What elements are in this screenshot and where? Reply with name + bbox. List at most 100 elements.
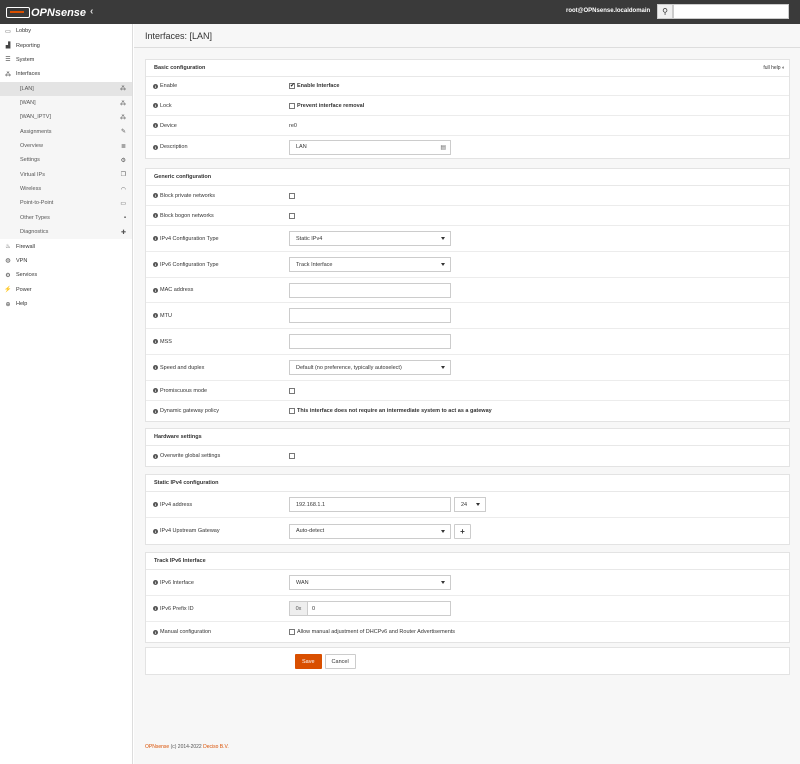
row-device: i Device re0 <box>146 116 789 136</box>
mtu-label: MTU <box>160 312 172 319</box>
row-dynamic-gateway: i Dynamic gateway policy This interface d… <box>146 401 789 421</box>
speed-label: Speed and duplex <box>160 364 205 371</box>
enable-checkbox[interactable] <box>289 82 295 89</box>
ipv4-type-select[interactable]: Static IPv4 <box>289 231 451 246</box>
manual-config-label: Manual configuration <box>160 629 212 635</box>
mtu-input[interactable] <box>289 308 451 323</box>
info-icon[interactable]: i <box>153 502 158 507</box>
info-icon[interactable]: i <box>153 528 158 534</box>
sidebar-sub-virtual-ips[interactable]: Virtual IPs ❐ <box>0 167 132 182</box>
sidebar-sub-diagnostics[interactable]: Diagnostics ✚ <box>0 225 132 240</box>
opnsense-logo[interactable]: OPNsense <box>6 6 86 19</box>
sidebar-sub-assignments[interactable]: Assignments ✎ <box>0 124 132 139</box>
copy-icon: ❐ <box>120 172 126 179</box>
search-input[interactable] <box>673 4 789 19</box>
medkit-icon: ✚ <box>120 229 126 236</box>
enable-label: Enable <box>160 83 178 89</box>
info-icon[interactable]: i <box>153 213 158 218</box>
mss-label: MSS <box>160 338 172 345</box>
sidebar-item-power[interactable]: ⚡ Power <box>0 283 132 297</box>
sidebar-item-reporting[interactable]: ▟ Reporting <box>0 38 132 52</box>
caret-down-icon <box>441 366 445 369</box>
sidebar-sub-point-to-point[interactable]: Point-to-Point ▭ <box>0 196 132 211</box>
description-input[interactable]: LAN ▤ <box>289 139 451 155</box>
cancel-button[interactable]: Cancel <box>324 654 356 669</box>
ipv4-gateway-select[interactable]: Auto-detect <box>289 523 451 539</box>
sidebar-sub-wan[interactable]: [WAN] ⁂ <box>0 95 132 111</box>
chevron-left-icon[interactable]: ‹ <box>90 6 93 17</box>
block-private-label: Block private networks <box>160 192 216 199</box>
mac-input[interactable] <box>289 282 451 298</box>
row-description: i Description LAN ▤ <box>146 136 789 158</box>
info-icon[interactable]: i <box>153 83 158 89</box>
info-icon[interactable]: i <box>153 103 158 108</box>
sidebar-sub-lan[interactable]: [LAN] ⁂ <box>0 81 132 96</box>
ipv4-address-input[interactable]: 192.168.1.1 <box>289 497 451 512</box>
row-ipv4-gateway: i IPv4 Upstream Gateway Auto-detect + <box>146 518 789 544</box>
add-gateway-button[interactable]: + <box>454 523 471 539</box>
ipv6-prefix-id-label: IPv6 Prefix ID <box>160 605 194 612</box>
dyn-gw-checkbox[interactable] <box>289 408 295 414</box>
manual-config-checkbox[interactable] <box>289 629 295 635</box>
info-icon[interactable]: i <box>153 287 158 293</box>
sidebar-item-services[interactable]: ⚙ Services <box>0 268 132 282</box>
save-button[interactable]: Save <box>295 654 322 669</box>
sidebar-sub-other-types[interactable]: Other Types ▪ <box>0 210 132 225</box>
sidebar-item-system[interactable]: ☰ System <box>0 53 132 67</box>
logo-sense-text: sense <box>54 6 87 19</box>
overwrite-checkbox[interactable] <box>289 453 295 459</box>
full-help-toggle[interactable]: full help ◐ <box>763 65 785 71</box>
speed-select[interactable]: Default (no preference, typically autose… <box>289 360 451 375</box>
info-icon[interactable]: i <box>153 313 158 318</box>
user-menu[interactable]: root@OPNsense.localdomain <box>566 8 650 14</box>
search-icon[interactable]: ⚲ <box>657 4 673 19</box>
row-overwrite-global: i Overwrite global settings <box>146 446 789 466</box>
sidebar-sub-settings[interactable]: Settings ⚙ <box>0 153 132 168</box>
static-ipv4-heading: Static IPv4 configuration <box>146 475 789 492</box>
sidebar-item-vpn[interactable]: ◍ VPN <box>0 254 132 268</box>
info-icon[interactable]: i <box>153 408 158 414</box>
info-icon[interactable]: i <box>153 123 158 128</box>
ipv6-type-select[interactable]: Track Interface <box>289 257 451 272</box>
sitemap-icon: ⁂ <box>120 100 126 107</box>
ipv4-prefix-select[interactable]: 24 <box>454 497 486 512</box>
info-icon[interactable]: i <box>153 236 158 241</box>
block-private-checkbox[interactable] <box>289 192 295 199</box>
page-title: Interfaces: [LAN] <box>145 31 213 41</box>
logo-mark-icon <box>6 7 30 18</box>
info-icon[interactable]: i <box>153 629 158 635</box>
info-icon[interactable]: i <box>153 388 158 393</box>
info-icon[interactable]: i <box>153 193 158 198</box>
footer-company-link[interactable]: Deciso B.V. <box>203 744 229 750</box>
info-icon[interactable]: i <box>153 580 158 585</box>
row-mtu: i MTU <box>146 303 789 329</box>
sidebar-item-interfaces[interactable]: ⁂ Interfaces <box>0 67 132 81</box>
sidebar-item-lobby[interactable]: ▭ Lobby <box>0 24 132 38</box>
info-icon[interactable]: i <box>153 365 158 370</box>
sidebar-item-help[interactable]: ⊕ Help <box>0 297 132 311</box>
pencil-icon: ✎ <box>120 129 126 136</box>
info-icon[interactable]: i <box>153 606 158 611</box>
info-icon[interactable]: i <box>153 262 158 267</box>
info-icon[interactable]: i <box>153 144 158 150</box>
sidebar-sub-wan-iptv[interactable]: [WAN_IPTV] ⁂ <box>0 110 132 125</box>
footer-brand-link[interactable]: OPNsense <box>145 744 169 750</box>
sidebar-sub-overview[interactable]: Overview ≣ <box>0 138 132 154</box>
block-bogon-checkbox[interactable] <box>289 212 295 219</box>
row-ipv6-prefix-id: i IPv6 Prefix ID 0x 0 <box>146 596 789 622</box>
sitemap-icon: ⁂ <box>5 71 11 78</box>
info-icon[interactable]: i <box>153 339 158 344</box>
track-ipv6-panel: Track IPv6 Interface i IPv6 Interface WAN… <box>145 552 790 643</box>
promisc-checkbox[interactable] <box>289 387 295 394</box>
ipv6-prefix-id-input[interactable]: 0x 0 <box>289 601 451 616</box>
sitemap-icon: ⁂ <box>120 114 126 121</box>
sidebar-item-firewall[interactable]: ♨ Firewall <box>0 239 132 253</box>
lock-checkbox[interactable] <box>289 102 295 109</box>
mss-input[interactable] <box>289 334 451 349</box>
sidebar-sub-wireless[interactable]: Wireless ◠ <box>0 181 132 197</box>
info-icon[interactable]: i <box>153 453 158 459</box>
ipv6-interface-select[interactable]: WAN <box>289 575 451 590</box>
caret-down-icon <box>441 529 445 533</box>
caret-down-icon <box>476 503 480 506</box>
sitemap-icon: ⁂ <box>120 86 126 93</box>
